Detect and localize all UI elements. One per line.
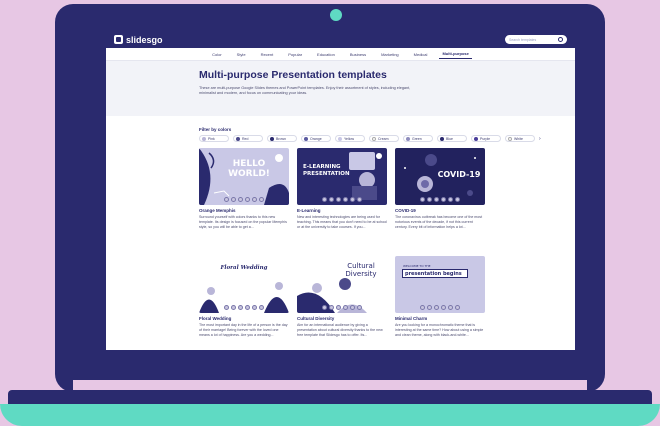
chip-label: Red xyxy=(242,136,249,141)
template-thumbnail[interactable]: COVID-19 xyxy=(395,148,485,205)
card-description: The coronavirus outbreak has become one … xyxy=(395,215,483,230)
template-thumbnail[interactable]: WELCOME TO THE presentation begins xyxy=(395,256,485,313)
color-chip-red[interactable]: Red xyxy=(233,135,263,142)
color-swatch xyxy=(338,136,342,141)
card-description: Aim for an international audience by giv… xyxy=(297,323,383,338)
color-chip-pink[interactable]: Pink xyxy=(199,135,229,142)
thumbnail-heading: HELLO WORLD! xyxy=(228,159,270,179)
nav-item-recent[interactable]: Recent xyxy=(258,50,277,59)
slide-dots xyxy=(297,197,387,202)
color-swatch xyxy=(304,136,308,141)
template-card-cultural-diversity[interactable]: Cultural Diversity Cultural Diversity Ai… xyxy=(297,256,387,350)
color-swatch xyxy=(236,136,240,141)
chip-label: Yellow xyxy=(344,136,354,141)
card-title[interactable]: Cultural Diversity xyxy=(297,316,387,321)
color-swatch xyxy=(508,136,512,141)
template-card-floral-wedding[interactable]: Floral Wedding Floral Wedding The most i… xyxy=(199,256,289,350)
color-chip-brown[interactable]: Brown xyxy=(267,135,297,142)
slide-dots xyxy=(297,305,387,310)
template-card-e-learning[interactable]: E-LEARNING PRESENTATION E-Learning New a… xyxy=(297,148,387,256)
chevron-right-icon[interactable]: › xyxy=(539,135,546,142)
chip-label: White xyxy=(514,136,523,141)
webcam-icon xyxy=(330,9,342,21)
chip-label: Orange xyxy=(310,136,322,141)
card-description: New and interesting technologies are bei… xyxy=(297,215,387,230)
card-title[interactable]: Minimal Charm xyxy=(395,316,485,321)
hero-section: Multi-purpose Presentation templates The… xyxy=(106,61,575,116)
slide-dots xyxy=(395,197,485,202)
nav-item-business[interactable]: Business xyxy=(347,50,369,59)
slide-dots xyxy=(199,197,289,202)
site-logo[interactable]: slidesgo xyxy=(114,35,163,45)
nav-item-multi-purpose[interactable]: Multi-purpose xyxy=(439,49,472,59)
color-swatch xyxy=(440,136,444,141)
chip-label: Brown xyxy=(276,136,286,141)
page-title: Multi-purpose Presentation templates xyxy=(199,69,387,81)
color-chip-cream[interactable]: Cream xyxy=(369,135,399,142)
nav-item-marketing[interactable]: Marketing xyxy=(378,50,402,59)
search-placeholder: Search templates xyxy=(509,37,537,42)
nav-item-color[interactable]: Color xyxy=(209,50,225,59)
search-input[interactable]: Search templates xyxy=(505,35,567,44)
thumbnail-heading: COVID-19 xyxy=(437,170,481,179)
nav-item-education[interactable]: Education xyxy=(314,50,338,59)
laptop-base-foot xyxy=(0,404,660,426)
chip-label: Blue xyxy=(446,136,454,141)
laptop-screen: slidesgo Search templates Color Style Re… xyxy=(106,31,575,350)
page-description: These are multi-purpose Google Slides th… xyxy=(199,86,411,96)
slide-dots xyxy=(395,305,485,310)
nav-item-popular[interactable]: Popular xyxy=(285,50,305,59)
template-card-orange-memphis[interactable]: HELLO WORLD! Orange Memphis Surround you… xyxy=(199,148,289,256)
color-chip-blue[interactable]: Blue xyxy=(437,135,467,142)
color-swatch xyxy=(270,136,274,141)
template-thumbnail[interactable]: Floral Wedding xyxy=(199,256,289,313)
search-icon[interactable] xyxy=(558,37,563,42)
card-title[interactable]: Floral Wedding xyxy=(199,316,289,321)
chip-label: Cream xyxy=(378,136,389,141)
card-title[interactable]: E-Learning xyxy=(297,208,387,213)
color-swatch xyxy=(202,136,206,141)
thumbnail-heading: E-LEARNING PRESENTATION xyxy=(303,164,350,177)
card-description: The most important day in the life of a … xyxy=(199,323,288,338)
logo-text: slidesgo xyxy=(126,34,163,45)
color-chip-list: Pink Red Brown Orange Yellow Cream Green… xyxy=(199,135,575,142)
category-nav: Color Style Recent Popular Education Bus… xyxy=(106,48,575,61)
template-thumbnail[interactable]: HELLO WORLD! xyxy=(199,148,289,205)
color-swatch xyxy=(406,136,410,141)
template-card-minimal-charm[interactable]: WELCOME TO THE presentation begins Minim… xyxy=(395,256,485,350)
template-grid: HELLO WORLD! Orange Memphis Surround you… xyxy=(199,148,489,350)
color-swatch xyxy=(372,136,376,141)
card-title[interactable]: Orange Memphis xyxy=(199,208,289,213)
filter-heading: Filter by colors xyxy=(199,127,232,132)
color-chip-white[interactable]: White xyxy=(505,135,535,142)
thumbnail-subheading: WELCOME TO THE xyxy=(403,264,431,268)
thumbnail-heading: Cultural Diversity xyxy=(345,262,377,278)
thumbnail-heading: Floral Wedding xyxy=(220,265,268,271)
template-card-covid-19[interactable]: COVID-19 COVID-19 The coronavirus outbre… xyxy=(395,148,485,256)
nav-item-style[interactable]: Style xyxy=(234,50,249,59)
chip-label: Pink xyxy=(208,136,215,141)
color-chip-orange[interactable]: Orange xyxy=(301,135,331,142)
card-description: Are you looking for a monochromatic them… xyxy=(395,323,484,338)
color-chip-purple[interactable]: Purple xyxy=(471,135,501,142)
chip-label: Green xyxy=(412,136,422,141)
site-header: slidesgo Search templates xyxy=(106,31,575,48)
card-description: Surround yourself with colors thanks to … xyxy=(199,215,287,230)
logo-icon xyxy=(114,35,123,44)
card-title[interactable]: COVID-19 xyxy=(395,208,485,213)
color-chip-yellow[interactable]: Yellow xyxy=(335,135,365,142)
template-thumbnail[interactable]: Cultural Diversity xyxy=(297,256,387,313)
chip-label: Purple xyxy=(480,136,491,141)
color-swatch xyxy=(474,136,478,141)
nav-item-medical[interactable]: Medical xyxy=(411,50,431,59)
slide-dots xyxy=(199,305,289,310)
thumbnail-heading: presentation begins xyxy=(402,269,468,278)
color-chip-green[interactable]: Green xyxy=(403,135,433,142)
template-thumbnail[interactable]: E-LEARNING PRESENTATION xyxy=(297,148,387,205)
color-filter: Filter by colors Pink Red Brown Orange Y… xyxy=(106,116,575,142)
